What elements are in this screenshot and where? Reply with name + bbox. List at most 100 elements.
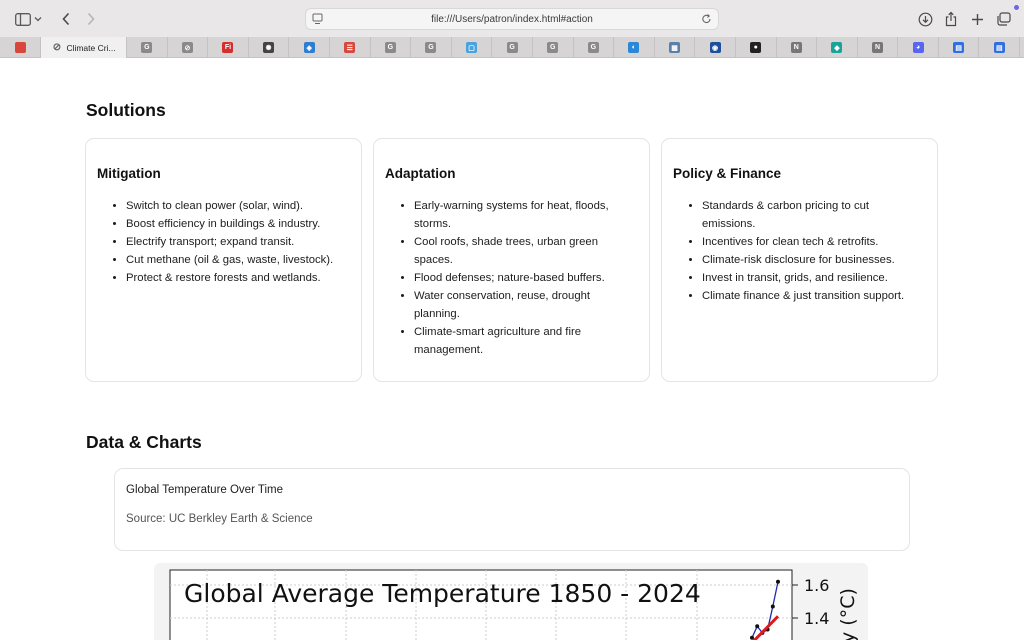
- google-icon: G: [547, 42, 559, 53]
- google-icon: G: [384, 42, 396, 53]
- url-text: file:///Users/patron/index.html#action: [431, 13, 593, 25]
- solutions-heading: Solutions: [86, 100, 166, 120]
- tab-strip: ⊘ Climate Cri... G ⊘ Fi ✺ ◈ ☰ G G ▢ G G G ◐ ▦ ◉ ● N ◆ N ◕ ▤ ▤: [0, 37, 1024, 58]
- y-tick-label: 1.4: [804, 609, 829, 628]
- browser-tab[interactable]: N: [858, 37, 899, 58]
- browser-tab[interactable]: G: [533, 37, 574, 58]
- calendar-icon: ▤: [993, 42, 1005, 53]
- doc-icon: ▢: [466, 42, 478, 53]
- google-icon: G: [506, 42, 518, 53]
- back-button[interactable]: [55, 9, 77, 29]
- browser-tab[interactable]: ▤: [939, 37, 980, 58]
- share-icon[interactable]: [940, 9, 962, 29]
- diamond-icon: ◆: [831, 42, 843, 53]
- browser-tab[interactable]: N: [777, 37, 818, 58]
- shield-icon: ◈: [303, 42, 315, 53]
- data-charts-heading: Data & Charts: [86, 432, 202, 452]
- card-list: Early-warning systems for heat, floods, …: [414, 197, 636, 359]
- google-icon: G: [425, 42, 437, 53]
- openai-icon: ✺: [263, 42, 275, 53]
- card-title: Adaptation: [385, 166, 456, 181]
- browser-tab[interactable]: Fi: [208, 37, 249, 58]
- temperature-chart: Global Average Temperature 1850 - 2024 1…: [169, 569, 859, 640]
- data-point: [755, 624, 760, 629]
- data-point: [770, 604, 775, 609]
- browser-tab[interactable]: ▤: [979, 37, 1021, 58]
- chart-source: Source: UC Berkley Earth & Science: [126, 513, 313, 525]
- app-icon-red: ☰: [344, 42, 356, 53]
- browser-tab[interactable]: G: [127, 37, 168, 58]
- toggle-icon: ◐: [628, 42, 640, 53]
- page-content: Solutions Mitigation Switch to clean pow…: [0, 58, 1024, 640]
- data-point: [776, 579, 780, 584]
- list-item: Electrify transport; expand transit.: [126, 233, 348, 251]
- new-tab-icon[interactable]: [966, 9, 988, 29]
- noaa-icon: ◉: [709, 42, 721, 53]
- list-item: Protect & restore forests and wetlands.: [126, 269, 348, 287]
- google-icon: G: [587, 42, 599, 53]
- list-item: Water conservation, reuse, drought plann…: [414, 287, 636, 323]
- list-item: Climate-risk disclosure for businesses.: [702, 251, 924, 269]
- list-item: Standards & carbon pricing to cut emissi…: [702, 197, 924, 233]
- browser-tab[interactable]: ✺: [249, 37, 290, 58]
- browser-tab[interactable]: ◉: [695, 37, 736, 58]
- browser-tab[interactable]: ▦: [655, 37, 696, 58]
- browser-tab[interactable]: ◈: [289, 37, 330, 58]
- card-list: Standards & carbon pricing to cut emissi…: [702, 197, 924, 305]
- page-icon: [312, 13, 323, 28]
- forward-button[interactable]: [80, 9, 102, 29]
- app-icon-red: [14, 42, 26, 53]
- calendar-icon: ▤: [953, 42, 965, 53]
- notification-dot: [1014, 5, 1019, 10]
- browser-tab[interactable]: ◐: [614, 37, 655, 58]
- browser-tab[interactable]: G: [411, 37, 452, 58]
- y-tick-label: 1.6: [804, 576, 829, 595]
- discord-icon: ◕: [912, 42, 924, 53]
- tab-active[interactable]: ⊘ Climate Cri...: [41, 37, 127, 58]
- compass-icon: ⊘: [52, 42, 62, 53]
- browser-tab[interactable]: ⊘: [168, 37, 209, 58]
- list-item: Early-warning systems for heat, floods, …: [414, 197, 636, 233]
- chart-title: Global Average Temperature 1850 - 2024: [184, 579, 701, 608]
- card-title: Mitigation: [97, 166, 161, 181]
- browser-tab[interactable]: ◕: [898, 37, 939, 58]
- card-policy-finance: Policy & Finance Standards & carbon pric…: [661, 138, 938, 382]
- list-item: Cut methane (oil & gas, waste, livestock…: [126, 251, 348, 269]
- list-item: Incentives for clean tech & retrofits.: [702, 233, 924, 251]
- browser-tab[interactable]: ☰: [330, 37, 371, 58]
- tab-title: Climate Cri...: [66, 42, 116, 53]
- browser-tab[interactable]: G: [371, 37, 412, 58]
- browser-tab[interactable]: ▢: [452, 37, 493, 58]
- list-item: Climate finance & just transition suppor…: [702, 287, 924, 305]
- list-item: Climate-smart agriculture and fire manag…: [414, 323, 636, 359]
- notion-icon: N: [790, 42, 802, 53]
- tab-overview-icon[interactable]: [992, 9, 1014, 29]
- github-icon: ●: [750, 42, 762, 53]
- reload-icon[interactable]: [701, 13, 712, 28]
- list-item: Switch to clean power (solar, wind).: [126, 197, 348, 215]
- card-adaptation: Adaptation Early-warning systems for hea…: [373, 138, 650, 382]
- chevron-down-icon[interactable]: [31, 9, 45, 29]
- list-item: Flood defenses; nature-based buffers.: [414, 269, 636, 287]
- temperature-chart-figure: Global Average Temperature 1850 - 2024 1…: [154, 563, 868, 640]
- google-icon: G: [141, 42, 153, 53]
- compass-icon: ⊘: [181, 42, 193, 53]
- address-bar[interactable]: file:///Users/patron/index.html#action: [305, 8, 719, 30]
- chart-info-card: Global Temperature Over Time Source: UC …: [114, 468, 910, 551]
- grid-icon: ▦: [669, 42, 681, 53]
- browser-tab[interactable]: ●: [736, 37, 777, 58]
- browser-tab[interactable]: [0, 37, 41, 58]
- download-icon[interactable]: [914, 9, 936, 29]
- list-item: Boost efficiency in buildings & industry…: [126, 215, 348, 233]
- list-item: Cool roofs, shade trees, urban green spa…: [414, 233, 636, 269]
- notion-icon: N: [871, 42, 883, 53]
- browser-tab[interactable]: G: [492, 37, 533, 58]
- card-title: Policy & Finance: [673, 166, 782, 181]
- y-ticks: 1.6 1.4: [792, 576, 829, 628]
- browser-toolbar: file:///Users/patron/index.html#action: [0, 0, 1024, 37]
- y-axis-label: y (°C): [837, 588, 859, 640]
- browser-tab[interactable]: G: [574, 37, 615, 58]
- card-list: Switch to clean power (solar, wind). Boo…: [126, 197, 348, 287]
- card-mitigation: Mitigation Switch to clean power (solar,…: [85, 138, 362, 382]
- browser-tab[interactable]: ◆: [817, 37, 858, 58]
